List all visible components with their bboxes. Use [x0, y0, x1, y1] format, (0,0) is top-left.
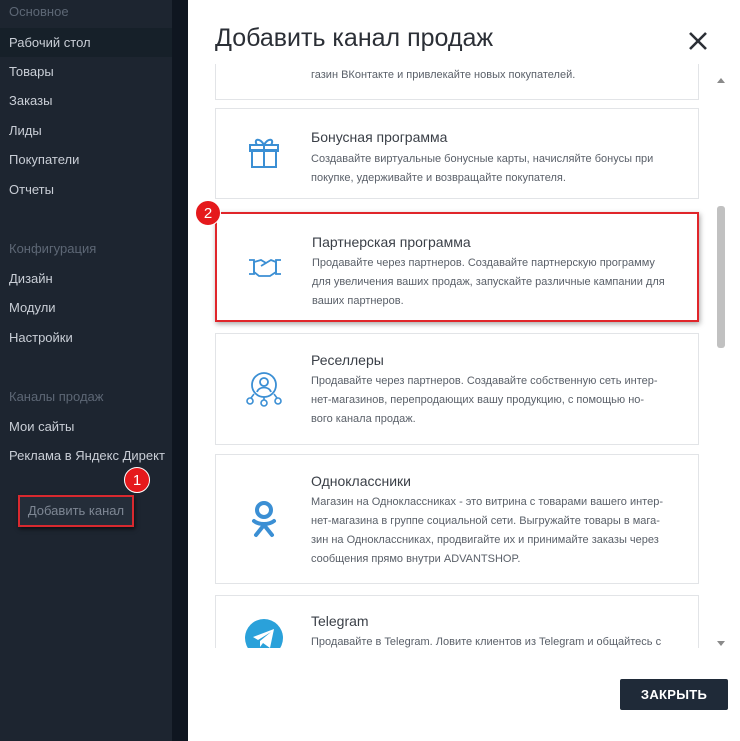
card-title: Одноклассники [311, 473, 412, 489]
sidebar-item-settings[interactable]: Настройки [0, 323, 172, 352]
card-title: Бонусная программа [311, 129, 448, 145]
card-desc-line: вого канала продаж. [311, 413, 416, 425]
sidebar-item-dashboard[interactable]: Рабочий стол [0, 28, 172, 57]
sidebar-item-orders[interactable]: Заказы [0, 86, 172, 115]
sidebar-section-config: Конфигурация [9, 241, 97, 256]
card-desc: газин ВКонтакте и привлекайте новых поку… [311, 69, 576, 81]
sidebar-item-design[interactable]: Дизайн [0, 264, 172, 293]
step-badge-2: 2 [195, 200, 221, 226]
card-desc-line: ваших партнеров. [312, 295, 404, 307]
sidebar-item-customers[interactable]: Покупатели [0, 145, 172, 174]
card-desc-line: покупке, удерживайте и возвращайте покуп… [311, 172, 566, 184]
card-desc-line: зин на Одноклассниках, продвигайте их и … [311, 534, 659, 546]
handshake-icon [245, 247, 285, 287]
scroll-down-arrow-icon[interactable] [716, 635, 726, 646]
card-desc-line: Создавайте виртуальные бонусные карты, н… [311, 153, 654, 165]
sidebar-item-products[interactable]: Товары [0, 57, 172, 86]
sidebar: Основное Рабочий стол Товары Заказы Лиды… [0, 0, 172, 741]
sidebar-section-main: Основное [9, 4, 69, 19]
sidebar-item-leads[interactable]: Лиды [0, 116, 172, 145]
sidebar-item-modules[interactable]: Модули [0, 293, 172, 322]
channel-list: газин ВКонтакте и привлекайте новых поку… [188, 64, 740, 648]
modal-title: Добавить канал продаж [215, 24, 494, 52]
card-desc-line: Продавайте через партнеров. Создавайте с… [311, 375, 658, 387]
card-desc-line: нет-магазина в группе социальной сети. В… [311, 515, 660, 527]
add-channel-modal: Добавить канал продаж газин ВКонтакте и … [188, 0, 740, 741]
close-button[interactable]: ЗАКРЫТЬ [620, 679, 728, 710]
sidebar-item-my-sites[interactable]: Мои сайты [0, 412, 172, 441]
card-desc-line: сообщения прямо внутри ADVANTSHOP. [311, 553, 521, 565]
sidebar-item-reports[interactable]: Отчеты [0, 175, 172, 204]
channel-card-telegram[interactable]: Telegram Продавайте в Telegram. Ловите к… [215, 595, 699, 648]
channel-card-resellers[interactable]: Реселлеры Продавайте через партнеров. Со… [215, 333, 699, 445]
gift-icon [244, 133, 284, 173]
close-icon[interactable] [685, 28, 711, 54]
card-title: Реселлеры [311, 352, 384, 368]
card-title: Партнерская программа [312, 234, 471, 250]
card-desc-line: нет-магазинов, перепродающих вашу продук… [311, 394, 645, 406]
card-desc-line: Магазин на Одноклассниках - это витрина … [311, 496, 663, 508]
card-desc-line: для увеличения ваших продаж, запускайте … [312, 276, 665, 288]
channel-card-partner[interactable]: Партнерская программа Продавайте через п… [215, 212, 699, 322]
channel-card-odnoklassniki[interactable]: Одноклассники Магазин на Одноклассниках … [215, 454, 699, 584]
card-desc-line: Продавайте через партнеров. Создавайте п… [312, 257, 655, 269]
reseller-network-icon [244, 367, 284, 407]
telegram-icon [244, 618, 284, 648]
sidebar-section-channels: Каналы продаж [9, 389, 104, 404]
channel-card-vk[interactable]: газин ВКонтакте и привлекайте новых поку… [215, 64, 699, 100]
step-badge-1: 1 [124, 467, 150, 493]
odnoklassniki-icon [244, 499, 284, 539]
add-channel-button[interactable]: Добавить канал [18, 495, 134, 527]
card-desc-line: Продавайте в Telegram. Ловите клиентов и… [311, 636, 662, 648]
channel-card-bonus[interactable]: Бонусная программа Создавайте виртуальны… [215, 108, 699, 199]
card-title: Telegram [311, 613, 369, 629]
scroll-up-arrow-icon[interactable] [716, 73, 726, 83]
scrollbar-thumb[interactable] [717, 206, 725, 348]
sidebar-item-yandex-direct[interactable]: Реклама в Яндекс Директ [0, 441, 172, 470]
